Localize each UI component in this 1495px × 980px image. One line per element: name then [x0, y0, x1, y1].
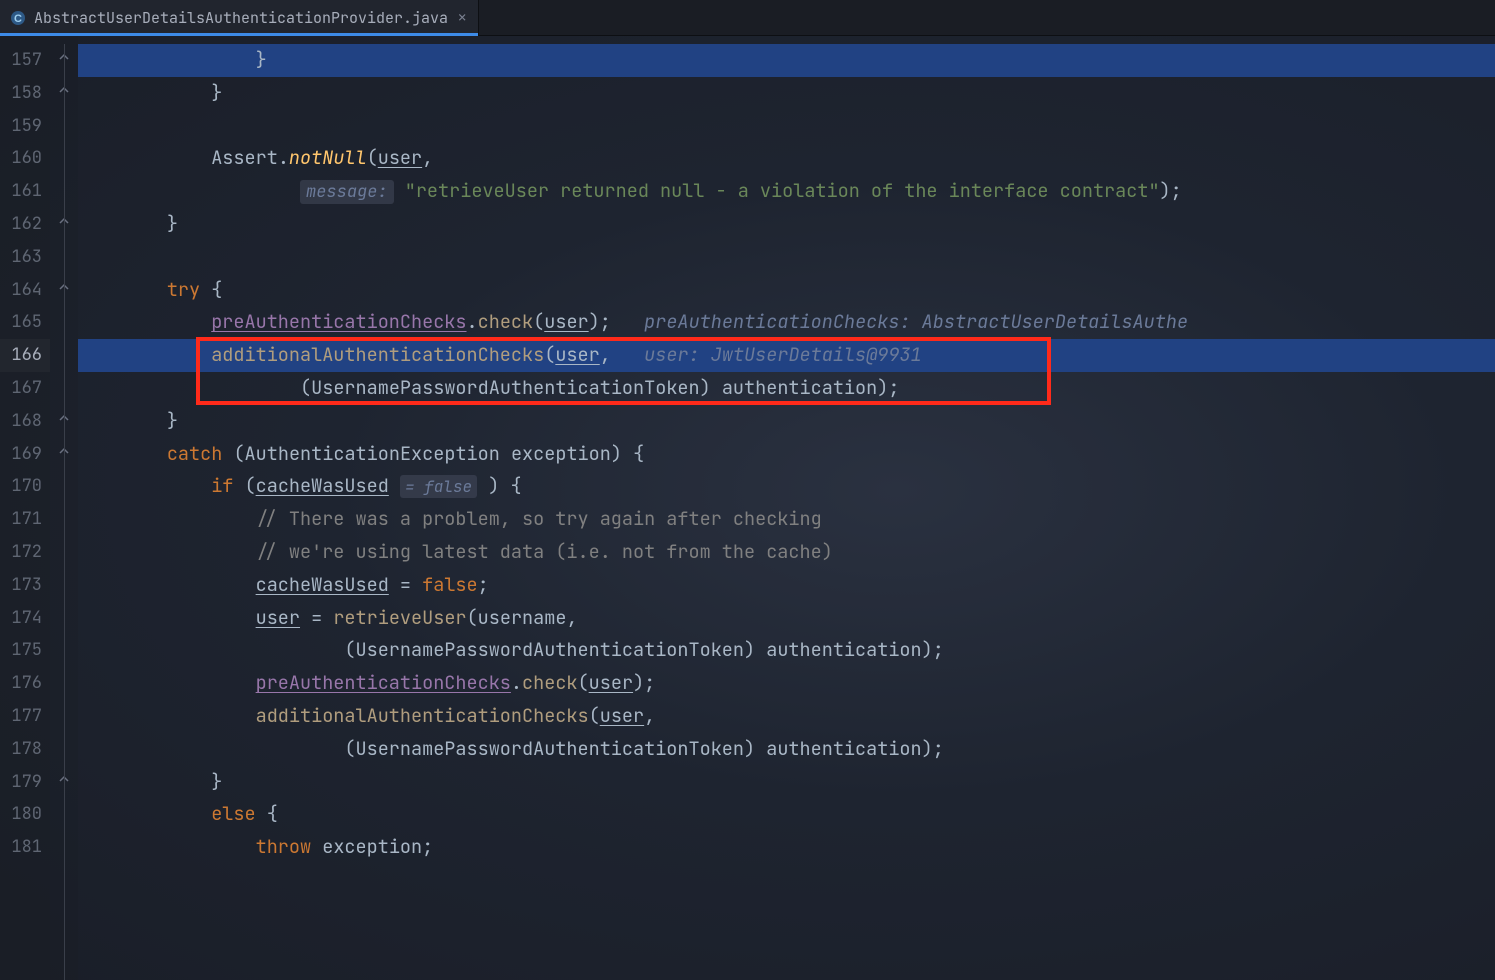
line-number[interactable]: 157 — [0, 44, 50, 77]
line-number[interactable]: 159 — [0, 110, 50, 143]
line-number[interactable]: 163 — [0, 241, 50, 274]
file-tab[interactable]: C AbstractUserDetailsAuthenticationProvi… — [0, 0, 479, 35]
line-number[interactable]: 169 — [0, 438, 50, 471]
line-number[interactable]: 173 — [0, 569, 50, 602]
line-number[interactable]: 171 — [0, 503, 50, 536]
code-line[interactable]: preAuthenticationChecks.check(user); — [78, 667, 1495, 700]
code-line[interactable]: message: "retrieveUser returned null - a… — [78, 175, 1495, 208]
line-number[interactable]: 162 — [0, 208, 50, 241]
class-icon: C — [10, 10, 26, 26]
tab-filename: AbstractUserDetailsAuthenticationProvide… — [34, 8, 448, 28]
line-number[interactable]: 181 — [0, 831, 50, 864]
fold-guide-line — [64, 44, 65, 980]
svg-text:C: C — [14, 13, 22, 25]
tab-bar: C AbstractUserDetailsAuthenticationProvi… — [0, 0, 1495, 36]
code-line[interactable]: throw exception; — [78, 831, 1495, 864]
code-line[interactable]: if (cacheWasUsed = false ) { — [78, 470, 1495, 503]
code-area[interactable]: } } Assert.notNull(user, message: "retri… — [78, 36, 1495, 980]
line-number[interactable]: 161 — [0, 175, 50, 208]
debug-inlay: preAuthenticationChecks: AbstractUserDet… — [644, 309, 1188, 334]
execution-line[interactable]: additionalAuthenticationChecks(user, use… — [78, 339, 1495, 372]
code-line[interactable]: additionalAuthenticationChecks(user, — [78, 700, 1495, 733]
code-line[interactable]: (UsernamePasswordAuthenticationToken) au… — [78, 733, 1495, 766]
code-line[interactable]: try { — [78, 274, 1495, 307]
code-line[interactable]: else { — [78, 798, 1495, 831]
line-number[interactable]: 164 — [0, 274, 50, 307]
code-line[interactable]: (UsernamePasswordAuthenticationToken) au… — [78, 372, 1495, 405]
code-line[interactable]: // we're using latest data (i.e. not fro… — [78, 536, 1495, 569]
code-line[interactable]: // There was a problem, so try again aft… — [78, 503, 1495, 536]
line-number[interactable]: 176 — [0, 667, 50, 700]
code-line[interactable]: Assert.notNull(user, — [78, 142, 1495, 175]
line-number[interactable]: 178 — [0, 733, 50, 766]
debug-inlay: user: JwtUserDetails@9931 — [644, 342, 922, 367]
fold-gutter[interactable] — [50, 36, 78, 980]
line-number[interactable]: 175 — [0, 634, 50, 667]
code-line[interactable]: cacheWasUsed = false; — [78, 569, 1495, 602]
code-line[interactable] — [78, 110, 1495, 143]
line-number[interactable]: 166 — [0, 339, 50, 372]
code-line[interactable]: } — [78, 77, 1495, 110]
line-number[interactable]: 179 — [0, 766, 50, 799]
line-number-gutter[interactable]: 1571581591601611621631641651661671681691… — [0, 36, 50, 980]
line-number[interactable]: 160 — [0, 142, 50, 175]
code-line[interactable]: } — [78, 766, 1495, 799]
line-number[interactable]: 177 — [0, 700, 50, 733]
line-number[interactable]: 170 — [0, 470, 50, 503]
code-line[interactable]: } — [78, 208, 1495, 241]
close-icon[interactable]: ✕ — [456, 9, 468, 27]
code-line[interactable]: (UsernamePasswordAuthenticationToken) au… — [78, 634, 1495, 667]
code-line[interactable]: } — [78, 44, 1495, 77]
editor-area[interactable]: 1571581591601611621631641651661671681691… — [0, 36, 1495, 980]
editor-window: C AbstractUserDetailsAuthenticationProvi… — [0, 0, 1495, 980]
parameter-hint: message: — [300, 180, 394, 204]
line-number[interactable]: 168 — [0, 405, 50, 438]
code-line[interactable] — [78, 241, 1495, 274]
line-number[interactable]: 165 — [0, 306, 50, 339]
line-number[interactable]: 180 — [0, 798, 50, 831]
code-line[interactable]: preAuthenticationChecks.check(user); pre… — [78, 306, 1495, 339]
code-line[interactable]: } — [78, 405, 1495, 438]
line-number[interactable]: 174 — [0, 602, 50, 635]
code-line[interactable]: catch (AuthenticationException exception… — [78, 438, 1495, 471]
line-number[interactable]: 172 — [0, 536, 50, 569]
line-number[interactable]: 167 — [0, 372, 50, 405]
line-number[interactable]: 158 — [0, 77, 50, 110]
code-line[interactable]: user = retrieveUser(username, — [78, 602, 1495, 635]
debug-inlay: = false — [400, 475, 477, 498]
